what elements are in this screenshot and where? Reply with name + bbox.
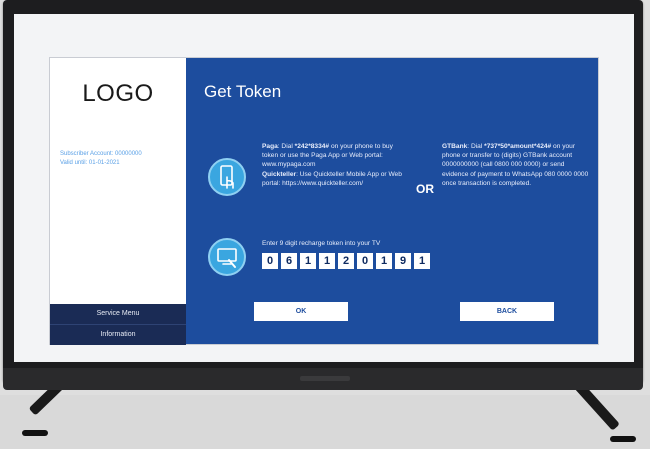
token-digit: 1	[319, 253, 335, 269]
paga-name: Paga	[262, 143, 278, 150]
token-digit: 1	[376, 253, 392, 269]
page-title: Get Token	[204, 82, 282, 101]
back-button[interactable]: BACK	[460, 302, 554, 321]
phone-touch-icon	[208, 158, 246, 196]
paga-instructions: Paga: Dial *242*8334# on your phone to b…	[262, 142, 402, 188]
token-digit: 2	[338, 253, 354, 269]
tv-foot-left	[22, 430, 48, 436]
account-info-line: Subscriber Account: 00000000	[60, 151, 142, 157]
floor-background	[0, 395, 650, 449]
tv-foot-right	[610, 436, 636, 442]
paga-code: *242*8334#	[294, 143, 330, 150]
token-digit: 6	[281, 253, 297, 269]
quickteller-name: Quickteller	[262, 170, 297, 178]
token-instruction: Enter 9 digit recharge token into your T…	[262, 240, 381, 247]
token-digit: 1	[300, 253, 316, 269]
menu-item-information[interactable]: Information	[50, 324, 186, 345]
get-token-panel: LOGO Subscriber Account: 00000000 Valid …	[50, 58, 598, 345]
token-digit: 0	[262, 253, 278, 269]
gtbank-text-1: : Dial	[467, 143, 485, 150]
gtbank-instructions: GTBank: Dial *737*50*amount*424# on your…	[442, 142, 592, 188]
logo: LOGO	[82, 80, 154, 107]
token-digit: 1	[414, 253, 430, 269]
tv-brand-strip	[300, 376, 350, 381]
ok-button[interactable]: OK	[254, 302, 348, 321]
or-separator: OR	[416, 182, 434, 196]
account-info: Subscriber Account: 00000000 Valid until…	[60, 150, 178, 168]
account-info-line: Valid until: 01-01-2021	[60, 160, 120, 166]
gtbank-code: *737*50*amount*424#	[484, 143, 552, 150]
sidebar: LOGO Subscriber Account: 00000000 Valid …	[50, 58, 186, 345]
menu-item-service-menu[interactable]: Service Menu	[50, 304, 186, 324]
tv-screen: LOGO Subscriber Account: 00000000 Valid …	[14, 14, 634, 362]
tv-remote-icon	[208, 238, 246, 276]
gtbank-name: GTBank	[442, 143, 468, 150]
paga-text-1: : Dial	[277, 143, 295, 150]
token-digit: 0	[357, 253, 373, 269]
token-digit: 9	[395, 253, 411, 269]
